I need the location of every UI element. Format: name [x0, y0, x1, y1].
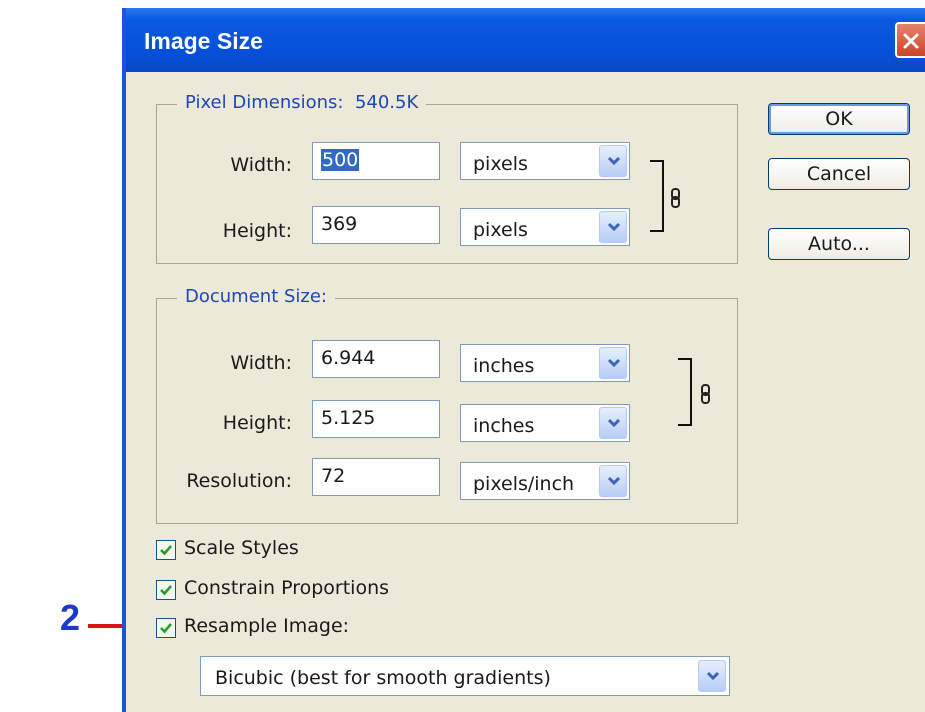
resample-image-label: Resample Image: — [184, 615, 350, 637]
doc-height-label: Height: — [222, 412, 292, 434]
dropdown-button[interactable] — [698, 660, 726, 692]
auto-button[interactable]: Auto... — [768, 228, 910, 260]
image-size-dialog: Image Size Pixel Dimensions: 540.5K Widt… — [122, 8, 925, 712]
resolution-unit-select[interactable]: pixels/inch — [460, 462, 630, 500]
checkmark-icon — [160, 545, 172, 556]
dropdown-button[interactable] — [599, 347, 627, 379]
scale-styles-checkbox[interactable] — [156, 540, 176, 560]
resolution-field[interactable]: 72 — [312, 458, 440, 496]
chevron-down-icon — [607, 418, 621, 428]
chain-link-icon — [671, 188, 680, 208]
pixel-height-label: Height: — [222, 220, 292, 242]
doc-height-unit-select[interactable]: inches — [460, 404, 630, 442]
pixel-dimensions-size: 540.5K — [354, 92, 419, 113]
doc-width-unit-select[interactable]: inches — [460, 344, 630, 382]
dropdown-button[interactable] — [599, 465, 627, 497]
pixel-width-label: Width: — [230, 154, 292, 176]
dialog-title: Image Size — [144, 28, 263, 54]
ok-button[interactable]: OK — [768, 103, 910, 135]
cancel-button[interactable]: Cancel — [768, 158, 910, 190]
pixel-height-field[interactable]: 369 — [312, 206, 440, 244]
checkmark-icon — [160, 585, 172, 596]
pixel-width-unit-select[interactable]: pixels — [460, 142, 630, 180]
document-size-title: Document Size: — [177, 286, 335, 307]
resample-image-checkbox[interactable] — [156, 618, 176, 638]
doc-height-field[interactable]: 5.125 — [312, 400, 440, 438]
chain-link-icon — [701, 384, 710, 404]
chevron-down-icon — [607, 476, 621, 486]
dropdown-button[interactable] — [599, 145, 627, 177]
close-icon — [903, 33, 919, 49]
doc-width-field[interactable]: 6.944 — [312, 340, 440, 378]
constrain-proportions-checkbox[interactable] — [156, 580, 176, 600]
checkmark-icon — [160, 623, 172, 634]
constrain-proportions-label: Constrain Proportions — [184, 577, 390, 599]
pixel-dimensions-title: Pixel Dimensions: 540.5K — [177, 92, 427, 113]
title-bar[interactable]: Image Size — [126, 8, 925, 72]
doc-constrain-bracket — [678, 358, 692, 426]
pixel-constrain-bracket — [650, 160, 664, 232]
chevron-down-icon — [607, 156, 621, 166]
doc-width-label: Width: — [230, 352, 292, 374]
dropdown-button[interactable] — [599, 211, 627, 243]
pixel-width-field[interactable]: 500 — [312, 142, 440, 180]
close-button[interactable] — [895, 22, 925, 58]
chevron-down-icon — [607, 222, 621, 232]
resolution-label: Resolution: — [186, 470, 292, 492]
dropdown-button[interactable] — [599, 407, 627, 439]
annotation-number: 2 — [60, 597, 81, 638]
resample-method-select[interactable]: Bicubic (best for smooth gradients) — [200, 656, 730, 696]
scale-styles-label: Scale Styles — [184, 537, 299, 559]
chevron-down-icon — [607, 358, 621, 368]
chevron-down-icon — [706, 671, 720, 681]
pixel-height-unit-select[interactable]: pixels — [460, 208, 630, 246]
